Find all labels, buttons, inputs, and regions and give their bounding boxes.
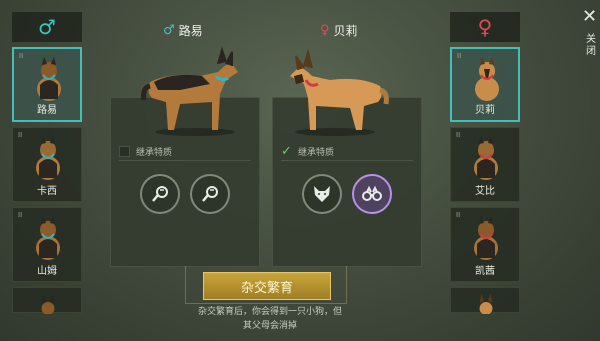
- dog-card-kaixi[interactable]: II 凯茜: [450, 207, 520, 282]
- dog-portrait-icon: [41, 293, 55, 314]
- dog-name: 凯茜: [475, 266, 495, 277]
- male-dog-list: ♂ II 路易 II 卡西 II 山姆: [12, 12, 82, 318]
- fox-icon[interactable]: [302, 174, 342, 214]
- whistle-icon[interactable]: [190, 174, 230, 214]
- dog-portrait-icon: [36, 216, 60, 260]
- male-gender-icon: ♂: [12, 12, 82, 42]
- card-count: II: [18, 131, 23, 139]
- inherit-checkbox[interactable]: [119, 146, 130, 157]
- dog-card-partial[interactable]: [12, 287, 82, 314]
- male-dog-model: [141, 46, 238, 136]
- dog-card-aibi[interactable]: II 艾比: [450, 127, 520, 202]
- dog-name: 山姆: [37, 266, 57, 277]
- dog-card-partial[interactable]: [450, 287, 520, 314]
- close-icon[interactable]: ✕: [582, 8, 597, 26]
- dog-portrait-icon: [474, 136, 498, 180]
- dog-portrait-icon: [479, 293, 493, 314]
- card-count: II: [456, 131, 461, 139]
- card-count: II: [18, 211, 23, 219]
- inherit-trait-row[interactable]: 继承特质: [119, 143, 251, 161]
- inherit-checkbox-checked[interactable]: ✓: [281, 145, 292, 158]
- card-count: II: [19, 52, 24, 60]
- dog-name: 贝莉: [475, 105, 495, 116]
- dog-name: 艾比: [475, 186, 495, 197]
- hint-line-1: 杂交繁育后，你会得到一只小狗，但: [197, 307, 342, 317]
- male-symbol: ♂: [163, 23, 175, 38]
- dog-card-louis[interactable]: II 路易: [12, 47, 82, 122]
- female-parent-name: 贝莉: [333, 24, 358, 38]
- dog-card-kasi[interactable]: II 卡西: [12, 127, 82, 202]
- dog-portrait-icon: [475, 57, 499, 101]
- inherit-trait-row[interactable]: ✓ 继承特质: [281, 143, 413, 161]
- dog-card-sam[interactable]: II 山姆: [12, 207, 82, 282]
- dog-portrait-icon: [474, 216, 498, 260]
- inherit-trait-label: 继承特质: [298, 148, 335, 158]
- male-parent-name: 路易: [178, 24, 203, 38]
- inherit-trait-label: 继承特质: [136, 148, 173, 158]
- dog-portrait-icon: [37, 57, 61, 101]
- card-count: II: [457, 52, 462, 60]
- crossbreed-hint: 杂交繁育后，你会得到一只小狗，但 其父母会消掉: [180, 305, 360, 333]
- male-parent-header: ♂ 路易: [163, 22, 203, 39]
- female-parent-header: ♀ 贝莉: [320, 22, 358, 39]
- dog-portrait-icon: [36, 136, 60, 180]
- dog-card-beili[interactable]: II 贝莉: [450, 47, 520, 122]
- female-gender-icon: ♀: [450, 12, 520, 42]
- hint-line-2: 其父母会消掉: [242, 321, 297, 331]
- binoculars-icon[interactable]: [352, 174, 392, 214]
- card-count: II: [456, 211, 461, 219]
- female-dog-list: ♀ II 贝莉 II 艾比 II 凯茜: [450, 12, 520, 318]
- dog-name: 卡西: [37, 186, 57, 197]
- female-symbol: ♀: [320, 23, 330, 38]
- female-dog-model: [290, 48, 389, 136]
- crossbreed-button[interactable]: 杂交繁育: [203, 272, 331, 300]
- close-label[interactable]: 关闭: [586, 34, 598, 58]
- dog-name: 路易: [37, 105, 57, 116]
- whistle-icon[interactable]: [140, 174, 180, 214]
